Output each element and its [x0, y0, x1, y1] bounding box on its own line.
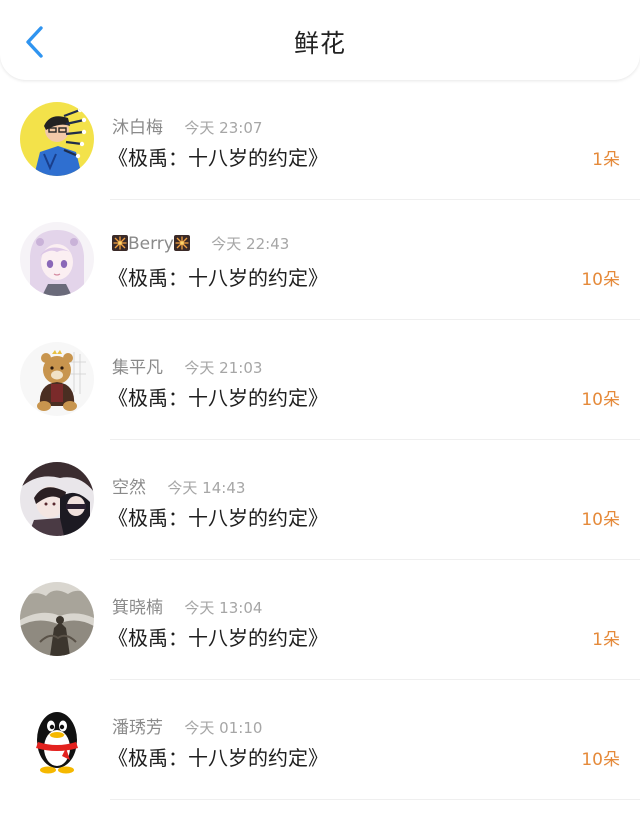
flower-count: 10朵 [581, 270, 620, 290]
timestamp: 今天 01:10 [184, 719, 263, 737]
avatar[interactable] [20, 462, 94, 536]
user-name[interactable]: 潘琇芳 [112, 718, 163, 738]
book-title[interactable]: 《极禹：十八岁的约定》 [108, 382, 328, 411]
user-name[interactable]: 空然 [112, 478, 146, 498]
flower-list: 沐白梅 今天 23:07 《极禹：十八岁的约定》 1朵 Berry 今天 22:… [0, 80, 640, 800]
user-name[interactable]: 箕晓楠 [112, 598, 163, 618]
avatar[interactable] [20, 102, 94, 176]
flower-count: 10朵 [581, 390, 620, 410]
divider [110, 799, 640, 800]
timestamp: 今天 22:43 [211, 235, 290, 253]
list-item[interactable]: 箕晓楠 今天 13:04 《极禹：十八岁的约定》 1朵 [0, 560, 640, 680]
list-item[interactable]: Berry 今天 22:43 《极禹：十八岁的约定》 10朵 [0, 200, 640, 320]
avatar[interactable] [20, 222, 94, 296]
list-item[interactable]: 沐白梅 今天 23:07 《极禹：十八岁的约定》 1朵 [0, 80, 640, 200]
timestamp: 今天 21:03 [184, 359, 263, 377]
user-name-text: Berry [128, 234, 174, 254]
avatar[interactable] [20, 702, 94, 776]
timestamp: 今天 23:07 [184, 119, 263, 137]
top-bar: 鲜花 [0, 0, 640, 80]
book-title[interactable]: 《极禹：十八岁的约定》 [108, 262, 328, 291]
list-item[interactable]: 潘琇芳 今天 01:10 《极禹：十八岁的约定》 10朵 [0, 680, 640, 800]
user-name[interactable]: 集平凡 [112, 358, 163, 378]
user-name[interactable]: 沐白梅 [112, 118, 163, 138]
book-title[interactable]: 《极禹：十八岁的约定》 [108, 142, 328, 171]
flower-count: 1朵 [592, 630, 620, 650]
book-title[interactable]: 《极禹：十八岁的约定》 [108, 742, 328, 771]
flower-count: 10朵 [581, 510, 620, 530]
list-item[interactable]: 空然 今天 14:43 《极禹：十八岁的约定》 10朵 [0, 440, 640, 560]
flower-count: 1朵 [592, 150, 620, 170]
list-item[interactable]: 集平凡 今天 21:03 《极禹：十八岁的约定》 10朵 [0, 320, 640, 440]
avatar[interactable] [20, 342, 94, 416]
firework-icon [112, 235, 128, 251]
flower-count: 10朵 [581, 750, 620, 770]
flowers-page: 鲜花 沐白梅 今天 23:07 《极禹：十八岁的约定》 1朵 Berry 今天 … [0, 0, 640, 818]
timestamp: 今天 14:43 [167, 479, 246, 497]
book-title[interactable]: 《极禹：十八岁的约定》 [108, 622, 328, 651]
timestamp: 今天 13:04 [184, 599, 263, 617]
avatar[interactable] [20, 582, 94, 656]
firework-icon [173, 235, 190, 251]
user-name[interactable]: Berry [112, 234, 195, 254]
page-title: 鲜花 [293, 29, 346, 58]
book-title[interactable]: 《极禹：十八岁的约定》 [108, 502, 328, 531]
